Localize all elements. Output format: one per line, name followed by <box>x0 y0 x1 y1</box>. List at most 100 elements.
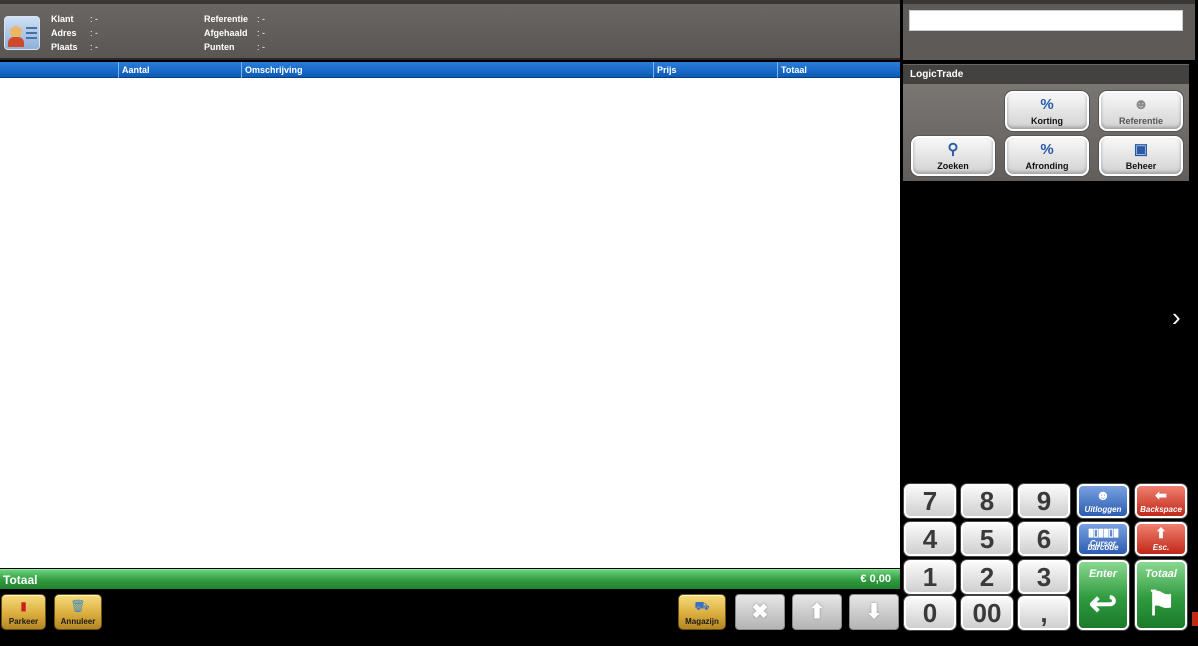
uitloggen-button[interactable]: ☻ Uitloggen <box>1077 484 1129 518</box>
zoeken-button[interactable]: ⚲ Zoeken <box>911 136 995 176</box>
red-edge-marker <box>1192 612 1198 626</box>
adres-label: Adres <box>51 28 77 38</box>
key-comma-label: , <box>1040 598 1048 628</box>
key-3-label: 3 <box>1036 562 1052 592</box>
move-up-button[interactable]: ⬆ <box>792 594 842 630</box>
total-bar: Totaal € 0,00 <box>0 569 900 589</box>
magnifier-icon: ⚲ <box>947 141 959 158</box>
arrow-left-icon: ⬅ <box>1155 487 1167 503</box>
search-panel <box>903 0 1195 60</box>
parking-icon: ▮ <box>20 599 27 613</box>
chevron-right-icon[interactable]: › <box>1172 302 1190 332</box>
beheer-button[interactable]: ▣ Beheer <box>1099 136 1183 176</box>
trash-icon: 🗑 <box>70 599 86 613</box>
function-panel: % Korting ☻ Referentie ⚲ Zoeken % Afrond… <box>903 84 1189 181</box>
key-7-label: 7 <box>922 486 938 516</box>
parkeer-label: Parkeer <box>8 617 39 626</box>
klant-label: Klant <box>51 14 74 24</box>
afronding-label: Afronding <box>1025 161 1069 171</box>
key-8[interactable]: 8 <box>961 484 1013 518</box>
punten-label: Punten <box>204 42 235 52</box>
enter-label: Enter <box>1088 568 1118 580</box>
afgehaald-label: Afgehaald <box>204 28 248 38</box>
annuleer-button[interactable]: 🗑 Annuleer <box>54 594 102 630</box>
adres-value: : - <box>90 28 98 38</box>
barcode-label: barcode <box>1087 543 1119 552</box>
delete-line-button[interactable]: ✖ <box>735 594 785 630</box>
zoeken-label: Zoeken <box>937 161 969 171</box>
enter-button[interactable]: Enter ↩ <box>1077 560 1129 630</box>
arrow-down-icon: ⬇ <box>865 601 883 623</box>
key-5-label: 5 <box>979 524 995 554</box>
key-7[interactable]: 7 <box>904 484 956 518</box>
totaal-button[interactable]: Totaal ⚑ <box>1135 560 1187 630</box>
backspace-label: Backspace <box>1140 505 1182 514</box>
beheer-label: Beheer <box>1125 161 1157 171</box>
referentie-button[interactable]: ☻ Referentie <box>1099 91 1183 131</box>
afronding-button[interactable]: % Afronding <box>1005 136 1089 176</box>
key-3[interactable]: 3 <box>1018 560 1070 594</box>
key-5[interactable]: 5 <box>961 522 1013 556</box>
key-1[interactable]: 1 <box>904 560 956 594</box>
percent-icon: % <box>1040 141 1054 158</box>
order-lines-table[interactable]: Aantal Omschrijving Prijs Totaal <box>0 62 900 568</box>
key-0[interactable]: 0 <box>904 596 956 630</box>
key-6-label: 6 <box>1036 524 1052 554</box>
punten-value: : - <box>257 42 265 52</box>
arrow-up-icon: ⬆ <box>1155 525 1167 541</box>
key-00-label: 00 <box>972 598 1002 628</box>
move-down-button[interactable]: ⬇ <box>849 594 899 630</box>
afgehaald-value: : - <box>257 28 265 38</box>
annuleer-label: Annuleer <box>60 617 96 626</box>
logout-person-icon: ☻ <box>1095 487 1111 503</box>
key-comma[interactable]: , <box>1018 596 1070 630</box>
totaal-key-label: Totaal <box>1145 568 1177 580</box>
referentie-button-label: Referentie <box>1118 116 1163 126</box>
clipboard-icon: ▣ <box>1133 141 1149 158</box>
customer-card-icon[interactable] <box>4 16 40 50</box>
key-9-label: 9 <box>1036 486 1052 516</box>
percent-icon: % <box>1040 96 1054 113</box>
search-input[interactable] <box>909 10 1183 31</box>
key-2[interactable]: 2 <box>961 560 1013 594</box>
table-header: Aantal Omschrijving Prijs Totaal <box>0 62 900 78</box>
esc-label: Esc. <box>1152 543 1170 552</box>
key-2-label: 2 <box>979 562 995 592</box>
total-value: € 0,00 <box>860 573 891 585</box>
plaats-label: Plaats <box>51 42 78 52</box>
column-header-prijs: Prijs <box>653 62 777 78</box>
total-label: Totaal <box>3 573 38 587</box>
referentie-value: : - <box>257 14 265 24</box>
column-header-totaal: Totaal <box>777 62 900 78</box>
arrow-up-icon: ⬆ <box>808 601 826 623</box>
esc-button[interactable]: ⬆ Esc. <box>1135 522 1187 556</box>
customer-info-panel: Klant : - Adres : - Plaats : - Referenti… <box>0 0 900 60</box>
key-0-label: 0 <box>922 598 938 628</box>
warehouse-icon: ⛟ <box>694 599 710 613</box>
plaats-value: : - <box>90 42 98 52</box>
key-00[interactable]: 00 <box>961 596 1013 630</box>
magazijn-button[interactable]: ⛟ Magazijn <box>678 594 726 630</box>
column-header-aantal: Aantal <box>118 62 241 78</box>
finish-flag-icon: ⚑ <box>1145 585 1177 623</box>
key-6[interactable]: 6 <box>1018 522 1070 556</box>
key-9[interactable]: 9 <box>1018 484 1070 518</box>
backspace-button[interactable]: ⬅ Backspace <box>1135 484 1187 518</box>
column-header-omschrijving: Omschrijving <box>241 62 653 78</box>
key-1-label: 1 <box>922 562 938 592</box>
panel-title: LogicTrade <box>903 64 1189 84</box>
key-4[interactable]: 4 <box>904 522 956 556</box>
parkeer-button[interactable]: ▮ Parkeer <box>1 594 46 630</box>
key-4-label: 4 <box>922 524 938 554</box>
korting-label: Korting <box>1031 116 1063 126</box>
magazijn-label: Magazijn <box>685 617 719 626</box>
korting-button[interactable]: % Korting <box>1005 91 1089 131</box>
referentie-label: Referentie <box>204 14 249 24</box>
klant-value: : - <box>90 14 98 24</box>
return-arrow-icon: ↩ <box>1088 585 1118 623</box>
person-icon: ☻ <box>1133 96 1149 113</box>
delete-icon: ✖ <box>751 601 769 623</box>
key-8-label: 8 <box>979 486 995 516</box>
cursor-barcode-button[interactable]: ▮▯▮▮▯▮ Cursor barcode <box>1077 522 1129 556</box>
uitloggen-label: Uitloggen <box>1084 505 1122 514</box>
